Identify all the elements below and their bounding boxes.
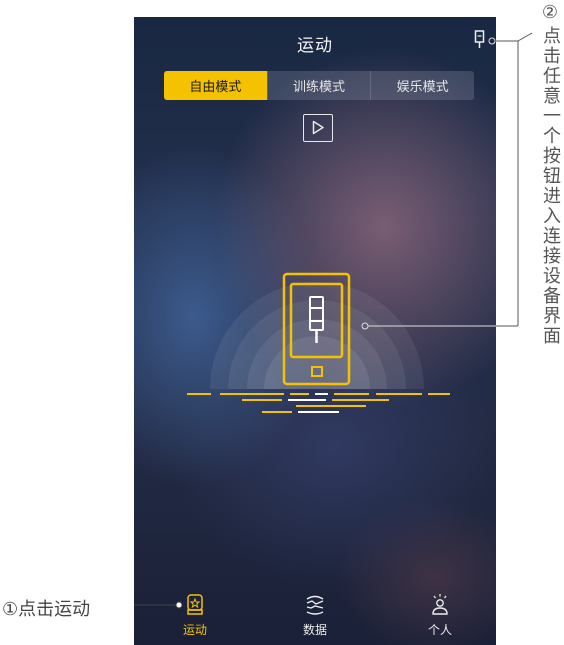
ground-dashes	[187, 393, 450, 413]
device-connect-button[interactable]	[474, 30, 486, 50]
play-button[interactable]	[303, 114, 333, 142]
callout-step2: ② 点击任意一个按钮进入连接设备界面	[538, 2, 562, 346]
nav-item-data[interactable]: 数据	[275, 593, 355, 638]
play-icon	[312, 120, 324, 135]
tab-free-mode[interactable]: 自由模式	[164, 71, 267, 100]
nav-item-personal[interactable]: 个人	[400, 593, 480, 638]
nav-label-personal: 个人	[427, 623, 452, 637]
boxing-glove-icon	[187, 594, 203, 615]
nav-label-data: 数据	[302, 623, 327, 637]
nav-item-sport[interactable]: 运动	[155, 593, 235, 638]
callout-step1: ①点击运动	[2, 595, 90, 621]
stats-icon	[306, 595, 324, 615]
callout-step1-number: ①	[2, 599, 19, 620]
tab-entertainment-mode[interactable]: 娱乐模式	[370, 71, 474, 100]
connect-device-illustration[interactable]	[184, 267, 454, 417]
callout-step1-text: 点击运动	[18, 599, 91, 620]
tab-training-mode[interactable]: 训练模式	[266, 71, 371, 100]
person-icon	[432, 594, 448, 615]
bottom-nav: 运动 数据 个人	[134, 587, 496, 645]
callout-step2-text: 点击任意一个按钮进入连接设备界面	[540, 26, 561, 346]
mode-tabs: 自由模式 训练模式 娱乐模式	[164, 71, 474, 100]
app-screen: 运动 自由模式 训练模式 娱乐模式 运动 数据 个人	[134, 17, 496, 645]
nav-label-sport: 运动	[182, 623, 207, 637]
page-title: 运动	[297, 36, 333, 56]
wristband-device-icon	[474, 30, 485, 48]
callout-step2-number: ②	[541, 2, 559, 23]
